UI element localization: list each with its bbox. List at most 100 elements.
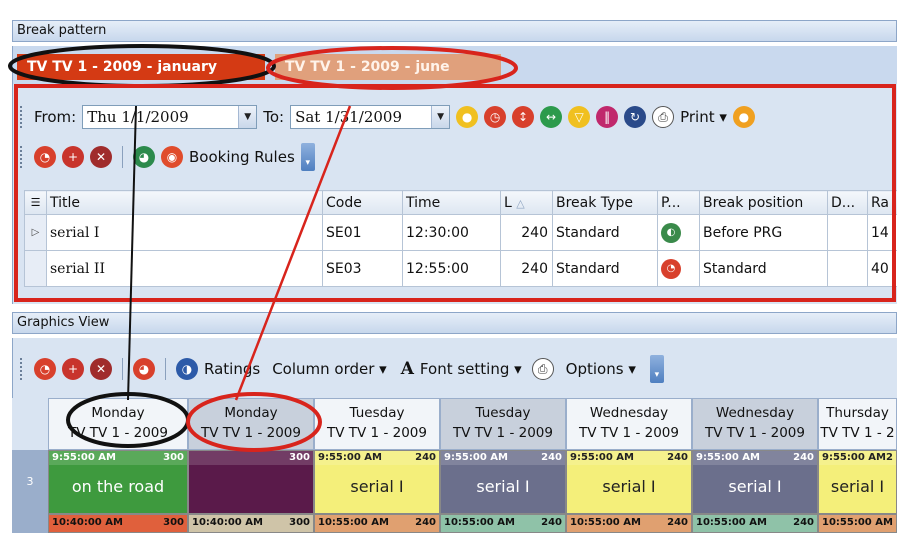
- delete-break-icon[interactable]: ✕: [90, 358, 112, 380]
- graphics-view-caption: Graphics View: [12, 312, 897, 334]
- cell-length: 240: [415, 452, 436, 463]
- copy-pattern-icon[interactable]: ◕: [133, 146, 155, 168]
- chevron-down-icon[interactable]: ▼: [431, 106, 450, 128]
- day-header[interactable]: Tuesday TV TV 1 - 2009: [314, 398, 440, 450]
- from-date-picker[interactable]: Thu 1/1/2009 ▼: [82, 105, 258, 129]
- day-header[interactable]: Monday TV TV 1 - 2009: [188, 398, 314, 450]
- extra-tool-icon[interactable]: ●: [732, 106, 755, 128]
- chevron-down-icon[interactable]: ▼: [238, 106, 257, 128]
- options-button[interactable]: Options ▾: [566, 360, 636, 378]
- cell-break-type: Standard: [552, 214, 658, 251]
- cell-length: 240: [667, 452, 688, 463]
- cell-time: 10:55:00 AM: [570, 517, 641, 528]
- cell-length: 300: [289, 452, 310, 463]
- cell-time: 9:55:00 AM: [52, 452, 116, 463]
- column-length[interactable]: L △: [500, 190, 553, 215]
- add-break-icon[interactable]: +: [62, 358, 84, 380]
- cell-length: 240: [415, 517, 436, 528]
- break-cell[interactable]: 10:55:00 AM 240: [314, 514, 440, 533]
- break-cell[interactable]: 9:55:00 AM 240 serial I: [692, 450, 818, 514]
- booking-rules-button[interactable]: Booking Rules: [189, 148, 295, 166]
- break-cell[interactable]: 9:55:00 AM 2 serial I: [818, 450, 897, 514]
- channel-name: TV TV 1 - 2009: [201, 425, 301, 441]
- horizontal-arrows-icon[interactable]: ↔: [540, 106, 563, 128]
- cell-header: 9:55:00 AM 240: [441, 451, 565, 465]
- break-cell[interactable]: 10:55:00 AM 240: [566, 514, 692, 533]
- toolbar-grip[interactable]: [20, 358, 24, 380]
- cell-break-position: Standard: [699, 250, 828, 287]
- channel-name: TV TV 1 - 2: [820, 425, 895, 441]
- vertical-arrows-icon[interactable]: ↕: [512, 106, 535, 128]
- break-cell[interactable]: 10:55:00 AM 240: [440, 514, 566, 533]
- columns-icon[interactable]: ‖: [596, 106, 619, 128]
- toolbar-grip[interactable]: [20, 146, 24, 168]
- cell-title: serial I: [476, 477, 530, 496]
- column-code[interactable]: Code: [322, 190, 403, 215]
- column-break-position[interactable]: Break position: [699, 190, 828, 215]
- table-row[interactable]: ▷ serial I SE01 12:30:00 240 Standard ◐ …: [24, 214, 897, 251]
- cell-time: 12:30:00: [402, 214, 501, 251]
- refresh-icon[interactable]: ↻: [624, 106, 647, 128]
- day-header[interactable]: Monday TV TV 1 - 2009: [48, 398, 188, 450]
- break-cell[interactable]: 10:40:00 AM 300: [188, 514, 314, 533]
- pie-chart-icon[interactable]: ◔: [34, 358, 56, 380]
- font-setting-label: Font setting: [419, 360, 510, 378]
- column-time[interactable]: Time: [402, 190, 501, 215]
- day-header[interactable]: Wednesday TV TV 1 - 2009: [566, 398, 692, 450]
- break-cell[interactable]: 10:55:00 AM: [818, 514, 897, 533]
- break-cell[interactable]: 10:40:00 AM 300: [48, 514, 188, 533]
- cell-header: 9:55:00 AM 240: [315, 451, 439, 465]
- column-title[interactable]: Title: [46, 190, 323, 215]
- row-indicator-empty[interactable]: [24, 250, 47, 287]
- ratings-icon[interactable]: ◑: [176, 358, 198, 380]
- column-rating[interactable]: Ra: [867, 190, 897, 215]
- sun-icon[interactable]: ●: [456, 106, 479, 128]
- add-break-icon[interactable]: +: [62, 146, 84, 168]
- toolbar-separator: [122, 146, 123, 168]
- day-header[interactable]: Tuesday TV TV 1 - 2009: [440, 398, 566, 450]
- toolbar-overflow-button[interactable]: ▾: [649, 355, 664, 383]
- day-header[interactable]: Wednesday TV TV 1 - 2009: [692, 398, 818, 450]
- print-button[interactable]: Print ▾: [680, 108, 727, 126]
- chart-icon[interactable]: ◕: [133, 358, 155, 380]
- break-cell[interactable]: 9:55:00 AM 240 serial I: [314, 450, 440, 514]
- filter-icon[interactable]: ▽: [568, 106, 591, 128]
- toolbar-grip[interactable]: [20, 106, 24, 128]
- pie-chart-icon[interactable]: ◔: [34, 146, 56, 168]
- cell-header: 9:55:00 AM 240: [567, 451, 691, 465]
- cell-length: 240: [667, 517, 688, 528]
- booking-rules-icon[interactable]: ◉: [161, 146, 183, 168]
- row-header[interactable]: 3: [12, 450, 48, 514]
- day-header[interactable]: Thursday TV TV 1 - 2: [818, 398, 897, 450]
- break-cell[interactable]: 10:55:00 AM 240: [692, 514, 818, 533]
- gauge-icon[interactable]: ◷: [484, 106, 507, 128]
- cell-title: serial I: [46, 214, 323, 251]
- column-break-type[interactable]: Break Type: [552, 190, 658, 215]
- ratings-button[interactable]: Ratings: [204, 360, 260, 378]
- tab-june[interactable]: TV TV 1 - 2009 - june: [275, 54, 501, 80]
- table-header-row: ☰ Title Code Time L △ Break Type P... Br…: [24, 190, 897, 215]
- printer-icon[interactable]: ⎙: [652, 106, 675, 128]
- row-indicator-icon[interactable]: ▷: [24, 214, 47, 251]
- toolbar-overflow-button[interactable]: ▾: [300, 143, 315, 171]
- tab-january-label: TV TV 1 - 2009 - january: [27, 59, 217, 75]
- cell-d: [827, 250, 868, 287]
- cell-header: 9:55:00 AM 300: [49, 451, 187, 465]
- column-p[interactable]: P...: [657, 190, 700, 215]
- column-order-button[interactable]: Column order ▾: [272, 360, 387, 378]
- toolbar-separator: [122, 358, 123, 380]
- printer-icon[interactable]: ⎙: [531, 358, 554, 380]
- break-cell[interactable]: 9:55:00 AM 240 serial I: [440, 450, 566, 514]
- to-date-picker[interactable]: Sat 1/31/2009 ▼: [290, 105, 451, 129]
- tab-january[interactable]: TV TV 1 - 2009 - january: [17, 54, 265, 80]
- column-d[interactable]: D...: [827, 190, 868, 215]
- column-chooser-icon[interactable]: ☰: [24, 190, 47, 215]
- break-cell[interactable]: 9:55:00 AM 300 on the road: [48, 450, 188, 514]
- delete-break-icon[interactable]: ✕: [90, 146, 112, 168]
- table-row[interactable]: serial II SE03 12:55:00 240 Standard ◔ S…: [24, 250, 897, 287]
- break-cell[interactable]: 9:55:00 AM 240 serial I: [566, 450, 692, 514]
- font-setting-button[interactable]: Font setting ▾: [420, 360, 522, 378]
- cell-length: 240: [541, 452, 562, 463]
- break-cell[interactable]: 300: [188, 450, 314, 514]
- row-header-next[interactable]: [12, 514, 48, 533]
